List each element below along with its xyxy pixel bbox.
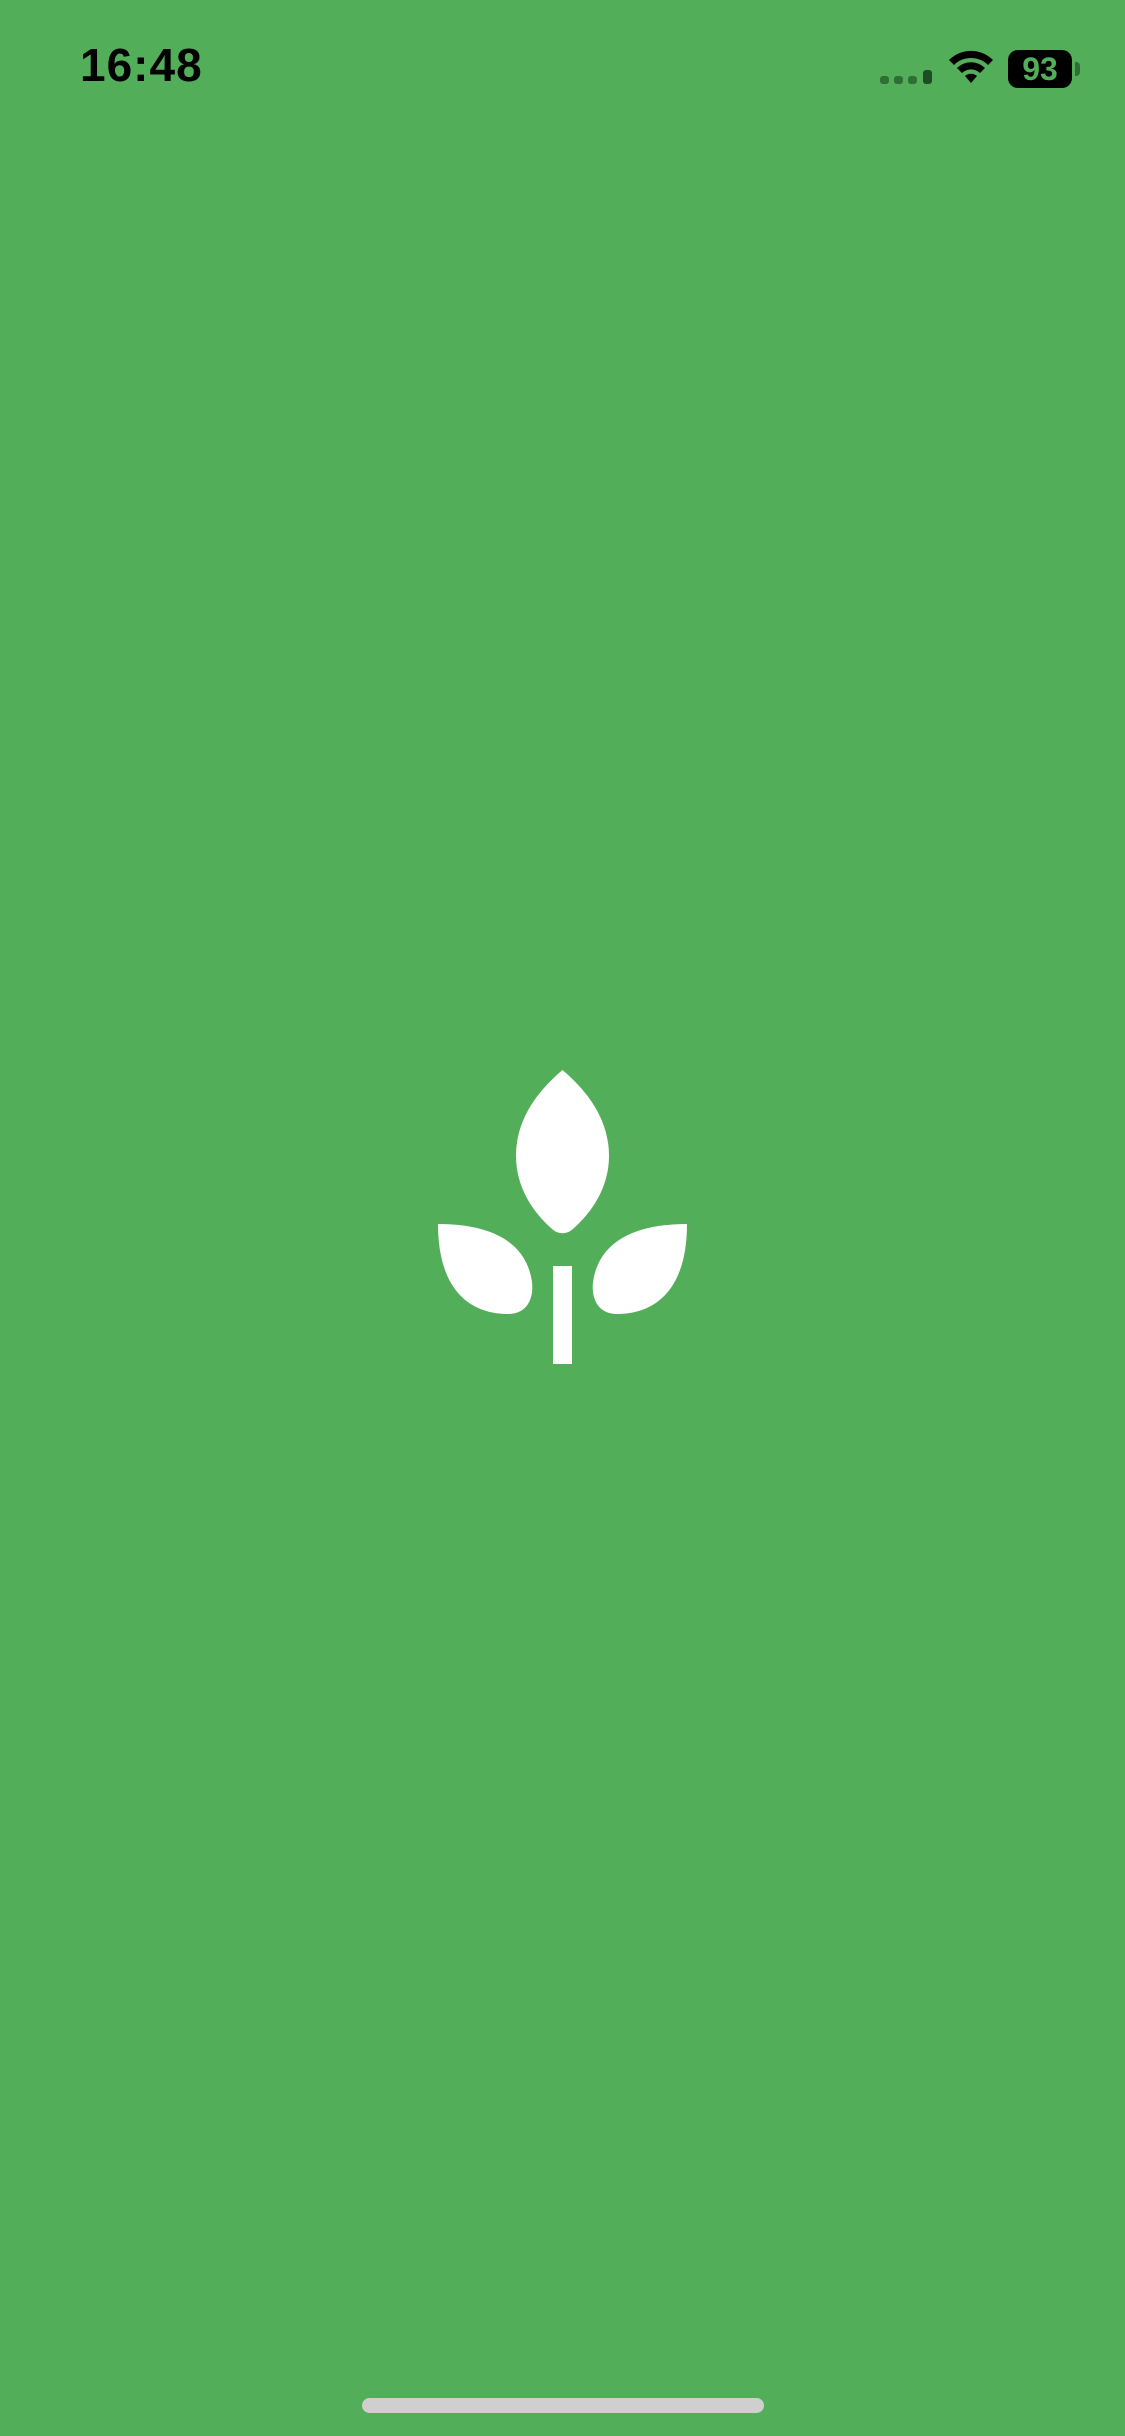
battery-cap — [1075, 62, 1080, 76]
home-indicator[interactable] — [362, 2398, 764, 2413]
splash-screen: 16:48 93 — [0, 0, 1125, 2436]
wifi-icon — [949, 50, 993, 83]
status-bar: 16:48 93 — [0, 0, 1125, 140]
sprout-leaf-icon — [438, 1070, 687, 1364]
battery-icon: 93 — [1008, 50, 1082, 88]
status-time: 16:48 — [80, 39, 203, 91]
cellular-signal-icon — [880, 70, 932, 84]
battery-level: 93 — [1022, 51, 1058, 87]
